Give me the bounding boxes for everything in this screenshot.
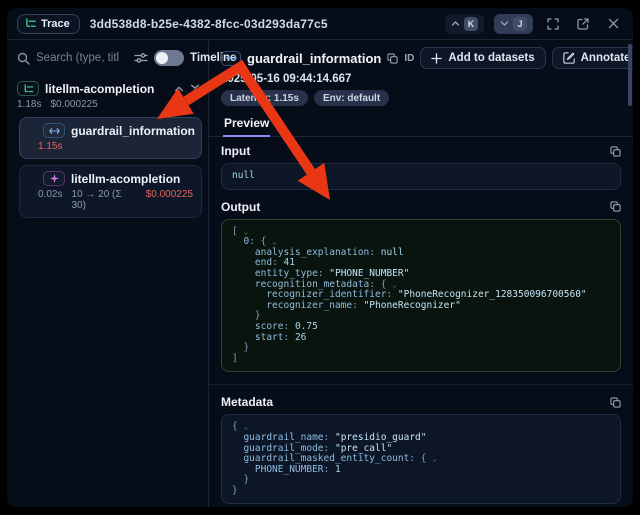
tree-node-label: litellm-acompletion <box>71 172 180 186</box>
copy-id-icon[interactable] <box>387 53 398 64</box>
output-title: Output <box>221 200 260 214</box>
id-label: ID <box>404 53 414 64</box>
content-area: Timeline litellm-acompletion <box>7 40 633 507</box>
generation-tokens: 10 → 20 (Σ 30) <box>71 189 136 211</box>
tree-node-litellm-acompletion[interactable]: litellm-acompletion 0.02s 10 → 20 (Σ 30)… <box>19 165 202 218</box>
env-badge: Env: default <box>314 90 389 106</box>
observation-detail-panel: guardrail_information ID Add to datasets <box>209 40 633 507</box>
detail-tabs: Preview <box>209 113 633 137</box>
sidebar-toolbar: Timeline <box>15 46 202 74</box>
open-in-new-icon[interactable] <box>573 14 593 34</box>
search-input[interactable] <box>36 52 128 64</box>
section-divider <box>209 384 633 385</box>
input-json-viewer[interactable]: null <box>221 163 621 190</box>
timeline-toggle[interactable] <box>154 50 184 66</box>
detail-sections: Input null Output [ ⌄ 0: { ⌄ analysis_ex… <box>221 137 621 504</box>
filter-sliders-icon[interactable] <box>134 52 148 64</box>
input-title: Input <box>221 144 250 158</box>
metadata-json-viewer[interactable]: { ⌄ guardrail_name: "presidio_guard" gua… <box>221 414 621 504</box>
expand-icon[interactable] <box>543 14 563 34</box>
collapse-chevron-up-icon[interactable] <box>174 84 184 94</box>
scrollbar-thumb[interactable] <box>628 44 632 106</box>
annotate-button[interactable]: Annotate <box>552 47 633 69</box>
copy-metadata-icon[interactable] <box>610 397 621 408</box>
trace-node-icon <box>17 81 39 96</box>
trace-id: 3dd538d8-b25e-4382-8fcc-03d293da77c5 <box>90 17 328 31</box>
latency-badge: Latency: 1.15s <box>221 90 308 106</box>
output-json-viewer[interactable]: [ ⌄ 0: { ⌄ analysis_explanation: null en… <box>221 219 621 373</box>
tree-node-root[interactable]: litellm-acompletion <box>15 80 202 97</box>
trace-detail-window: Trace 3dd538d8-b25e-4382-8fcc-03d293da77… <box>7 8 633 507</box>
tree-node-guardrail-information[interactable]: guardrail_information 1.15s <box>19 117 202 159</box>
span-arrows-icon <box>43 123 65 138</box>
badge-row: Latency: 1.15s Env: default <box>221 90 621 106</box>
copy-output-icon[interactable] <box>610 201 621 212</box>
shortcut-key-j: J <box>513 17 527 31</box>
observation-title: guardrail_information <box>247 51 381 66</box>
generation-cost: $0.000225 <box>146 189 193 211</box>
generation-sparkle-icon <box>43 171 65 186</box>
metadata-section-header: Metadata <box>221 395 621 409</box>
close-icon[interactable] <box>603 14 623 34</box>
trace-tree-icon <box>25 18 36 29</box>
root-cost: $0.000225 <box>50 99 97 110</box>
tree-node-metrics: 1.18s $0.000225 <box>15 97 202 117</box>
top-bar: Trace 3dd538d8-b25e-4382-8fcc-03d293da77… <box>7 8 633 40</box>
copy-input-icon[interactable] <box>610 146 621 157</box>
span-tree: litellm-acompletion 1.18s $0.000225 <box>15 80 202 218</box>
annotate-split-button: Annotate <box>552 47 633 69</box>
nav-next-button[interactable]: J <box>494 14 533 34</box>
tree-node-label: litellm-acompletion <box>45 82 154 96</box>
tree-node-label: guardrail_information <box>71 124 195 138</box>
nav-previous-button[interactable]: K <box>445 14 484 34</box>
search-icon <box>17 52 30 65</box>
span-duration: 1.15s <box>38 141 62 152</box>
collapse-all-icon[interactable] <box>190 84 200 94</box>
trace-badge-label: Trace <box>41 18 70 30</box>
input-section-header: Input <box>221 144 621 158</box>
observation-header: guardrail_information ID Add to datasets <box>221 46 621 70</box>
shortcut-key-k: K <box>464 17 478 31</box>
span-tree-sidebar: Timeline litellm-acompletion <box>7 40 209 507</box>
annotate-pencil-icon <box>563 52 575 64</box>
tab-preview[interactable]: Preview <box>223 116 270 137</box>
generation-duration: 0.02s <box>38 189 62 211</box>
span-arrows-icon <box>221 51 241 66</box>
output-section-header: Output <box>221 200 621 214</box>
trace-type-badge: Trace <box>17 14 80 34</box>
observation-timestamp: 2025-05-16 09:44:14.667 <box>221 73 621 85</box>
root-duration: 1.18s <box>17 99 41 110</box>
metadata-title: Metadata <box>221 395 273 409</box>
add-to-datasets-button[interactable]: Add to datasets <box>420 47 545 69</box>
